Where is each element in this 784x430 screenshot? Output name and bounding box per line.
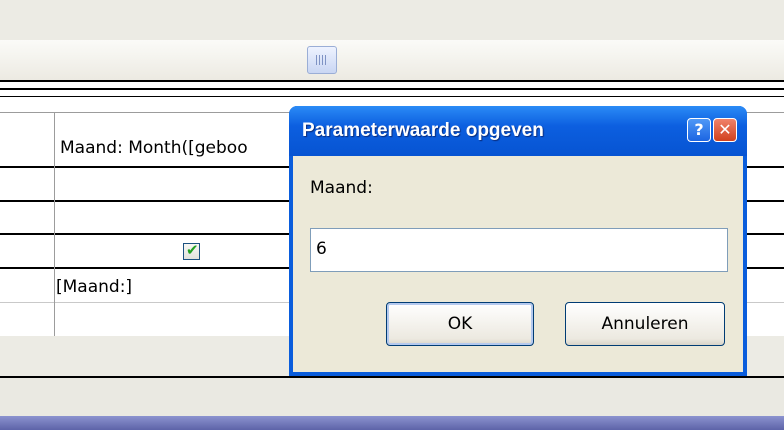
prompt-label: Maand: xyxy=(310,178,373,198)
dialog-body: Maand: 6 OK Annuleren xyxy=(293,156,743,372)
dialog-title: Parameterwaarde opgeven xyxy=(302,120,544,141)
help-icon: ? xyxy=(694,120,704,139)
toolbar-area xyxy=(0,40,784,80)
cancel-button[interactable]: Annuleren xyxy=(565,302,725,346)
column-divider xyxy=(54,112,55,336)
grip-icon xyxy=(316,55,328,65)
show-checkbox[interactable]: ✔ xyxy=(183,241,200,260)
field-cell[interactable]: Maand: Month([geboo xyxy=(60,138,248,158)
divider xyxy=(0,88,784,90)
divider xyxy=(0,80,784,82)
taskbar-strip xyxy=(0,416,784,430)
close-button[interactable]: ✕ xyxy=(713,118,737,142)
help-button[interactable]: ? xyxy=(687,118,711,142)
dialog-titlebar[interactable]: Parameterwaarde opgeven ? ✕ xyxy=(289,106,747,156)
ok-button[interactable]: OK xyxy=(386,302,534,346)
divider xyxy=(0,96,784,97)
criteria-cell[interactable]: [Maand:] xyxy=(56,277,132,297)
top-band xyxy=(0,0,784,40)
pane-splitter-handle[interactable] xyxy=(307,46,337,74)
status-area xyxy=(0,378,784,416)
parameter-input[interactable]: 6 xyxy=(310,228,728,272)
parameter-dialog: Parameterwaarde opgeven ? ✕ Maand: 6 OK … xyxy=(289,106,747,376)
checkmark-icon: ✔ xyxy=(186,241,199,259)
close-icon: ✕ xyxy=(718,120,732,139)
